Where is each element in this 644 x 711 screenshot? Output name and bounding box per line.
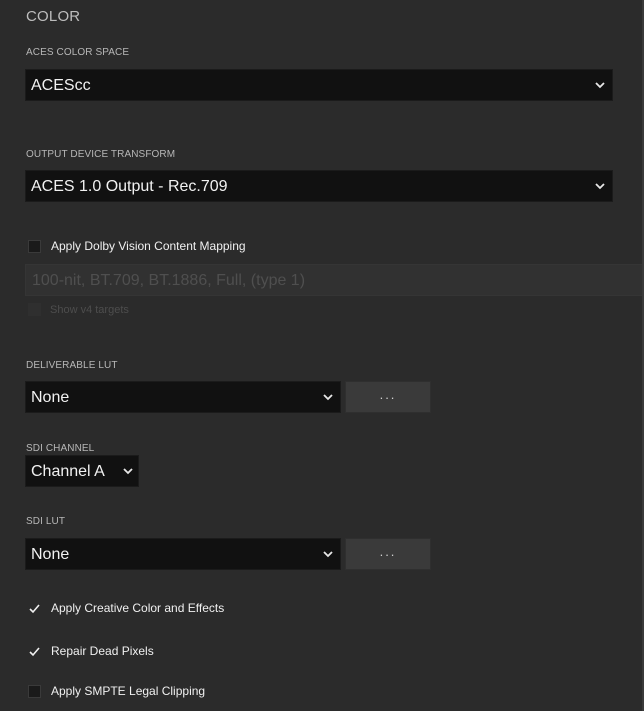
- show-v4-targets-checkbox: [28, 303, 41, 316]
- repair-dead-pixels-checkbox[interactable]: [28, 645, 41, 658]
- show-v4-targets-row: Show v4 targets: [28, 303, 129, 316]
- sdi-channel-value: Channel A: [31, 463, 105, 480]
- checkmark-icon: [29, 646, 40, 656]
- deliverable-lut-select[interactable]: None: [25, 381, 341, 413]
- apply-creative-color-row[interactable]: Apply Creative Color and Effects: [28, 600, 224, 616]
- dolby-vision-label: Apply Dolby Vision Content Mapping: [51, 239, 246, 253]
- checkmark-icon: [29, 603, 40, 613]
- output-device-transform-select[interactable]: ACES 1.0 Output - Rec.709: [25, 170, 613, 202]
- smpte-legal-clipping-checkbox[interactable]: [28, 684, 41, 698]
- repair-dead-pixels-row[interactable]: Repair Dead Pixels: [28, 643, 154, 659]
- chevron-down-icon: [322, 548, 334, 560]
- aces-color-space-select[interactable]: ACEScc: [25, 69, 613, 101]
- aces-color-space-value: ACEScc: [31, 77, 91, 94]
- deliverable-lut-label: DELIVERABLE LUT: [26, 360, 118, 371]
- dolby-vision-checkbox[interactable]: [28, 239, 41, 253]
- output-device-transform-value: ACES 1.0 Output - Rec.709: [31, 178, 228, 195]
- sdi-channel-label: SDI CHANNEL: [26, 443, 95, 454]
- apply-creative-color-label: Apply Creative Color and Effects: [51, 601, 225, 615]
- sdi-lut-select[interactable]: None: [25, 538, 341, 570]
- deliverable-lut-browse-button[interactable]: ...: [345, 381, 431, 413]
- smpte-legal-clipping-row[interactable]: Apply SMPTE Legal Clipping: [28, 683, 205, 699]
- dolby-target-select: 100-nit, BT.709, BT.1886, Full, (type 1): [25, 264, 644, 296]
- chevron-down-icon: [594, 79, 606, 91]
- aces-color-space-label: ACES COLOR SPACE: [26, 47, 130, 58]
- dolby-target-value: 100-nit, BT.709, BT.1886, Full, (type 1): [32, 272, 306, 289]
- output-device-transform-label: OUTPUT DEVICE TRANSFORM: [26, 149, 176, 160]
- show-v4-targets-label: Show v4 targets: [50, 303, 129, 316]
- sdi-lut-browse-button[interactable]: ...: [345, 538, 431, 570]
- smpte-legal-clipping-label: Apply SMPTE Legal Clipping: [51, 684, 206, 698]
- deliverable-lut-value: None: [31, 389, 70, 406]
- color-panel: COLOR ACES COLOR SPACE ACEScc OUTPUT DEV…: [0, 0, 644, 711]
- chevron-down-icon: [322, 391, 334, 403]
- sdi-lut-label: SDI LUT: [26, 516, 66, 527]
- dolby-vision-checkbox-row[interactable]: Apply Dolby Vision Content Mapping: [28, 238, 246, 254]
- repair-dead-pixels-label: Repair Dead Pixels: [51, 644, 154, 658]
- sdi-lut-value: None: [31, 546, 70, 563]
- chevron-down-icon: [122, 465, 134, 477]
- section-title: COLOR: [26, 8, 81, 25]
- chevron-down-icon: [594, 180, 606, 192]
- sdi-channel-select[interactable]: Channel A: [25, 455, 139, 487]
- apply-creative-color-checkbox[interactable]: [28, 602, 41, 615]
